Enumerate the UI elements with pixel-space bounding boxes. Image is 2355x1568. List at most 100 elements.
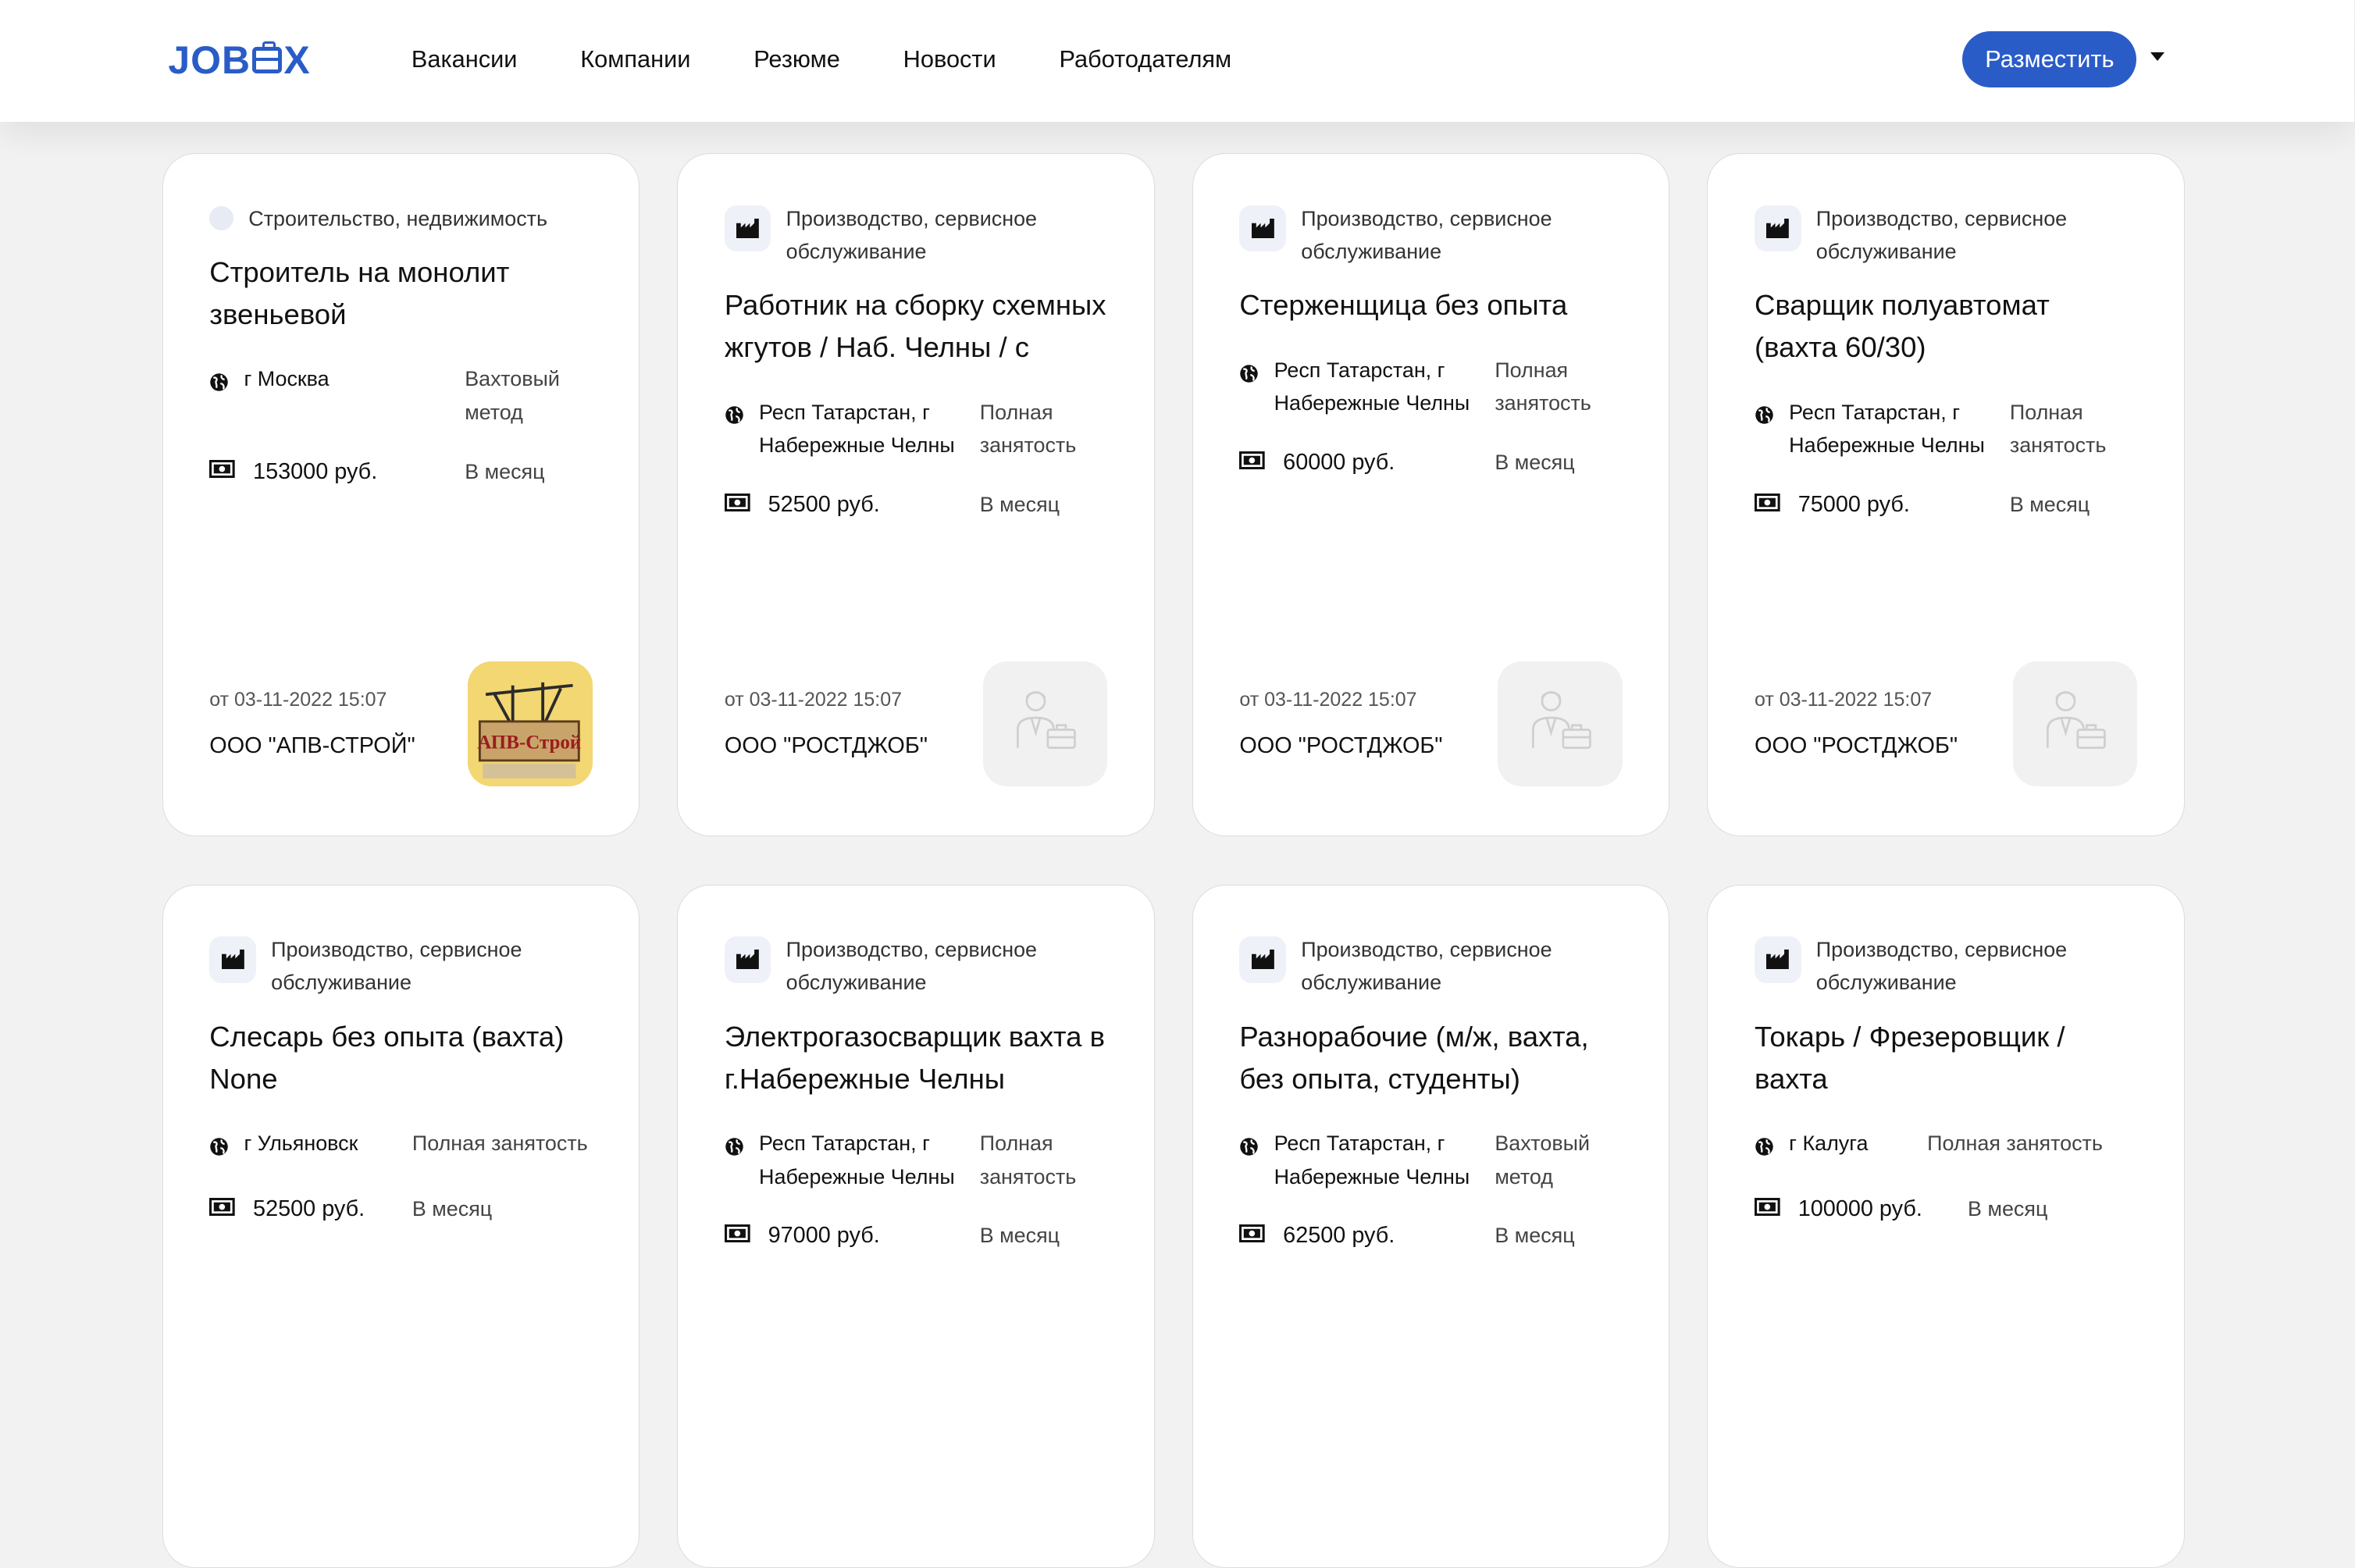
salary: 97000 руб.	[768, 1223, 880, 1249]
salary-period: В месяц	[979, 1224, 1060, 1248]
vacancy-card[interactable]: Производство, сервисное обслуживание Сле…	[162, 884, 640, 1568]
posted-date: от 03-11-2022 15:07	[1754, 688, 1933, 711]
main-nav: Вакансии Компании Резюме Новости Работод…	[412, 45, 1231, 73]
nav-resumes[interactable]: Резюме	[754, 45, 840, 73]
globe-icon	[1755, 401, 1774, 461]
globe-icon	[1239, 360, 1259, 420]
globe-icon	[1239, 1133, 1259, 1193]
salary-period: В месяц	[1495, 1224, 1575, 1248]
salary-period: В месяц	[412, 1196, 493, 1221]
company-name[interactable]: ООО "РОСТДЖОБ"	[725, 733, 928, 759]
salary: 52500 руб.	[253, 1196, 365, 1221]
businessman-briefcase-icon	[2036, 682, 2114, 766]
salary: 75000 руб.	[1797, 491, 1910, 517]
company-logo[interactable]: АПВ-Строй	[467, 661, 593, 786]
employment-type: Полная занятость	[1927, 1131, 2103, 1156]
employment-type: Полная занятость	[979, 400, 1077, 458]
site-header: JOB X Вакансии Компании Резюме Новости Ра…	[0, 0, 2355, 122]
money-icon	[1239, 1223, 1266, 1249]
category: Производство, сервисное обслуживание	[1239, 202, 1622, 269]
nav-vacancies[interactable]: Вакансии	[412, 45, 518, 73]
category: Производство, сервисное обслуживание	[1754, 933, 2137, 1000]
nav-companies[interactable]: Компании	[580, 45, 690, 73]
nav-employers[interactable]: Работодателям	[1059, 45, 1231, 73]
salary: 153000 руб.	[253, 458, 378, 484]
globe-icon	[1755, 1133, 1774, 1166]
vacancy-card[interactable]: Производство, сервисное обслуживание Сва…	[1707, 153, 2185, 837]
employment-type: Вахтовый метод	[465, 367, 560, 424]
salary: 100000 руб.	[1797, 1196, 1922, 1221]
category: Производство, сервисное обслуживание	[209, 933, 592, 1000]
vacancy-title[interactable]: Строитель на монолит звеньевой	[209, 251, 592, 336]
employment-type: Вахтовый метод	[1495, 1131, 1591, 1188]
employment-type: Полная занятость	[412, 1131, 588, 1156]
building-icon	[209, 936, 256, 983]
building-icon	[724, 205, 771, 252]
globe-icon	[725, 401, 744, 461]
vacancy-card[interactable]: Производство, сервисное обслуживание Сте…	[1192, 153, 1670, 837]
vacancy-card[interactable]: Строительство, недвижимость Строитель на…	[162, 153, 640, 837]
salary-period: В месяц	[1968, 1196, 2048, 1221]
employment-type: Полная занятость	[979, 1131, 1077, 1188]
dot-icon	[209, 206, 234, 231]
vacancy-card[interactable]: Производство, сервисное обслуживание Раз…	[1192, 884, 1670, 1568]
posted-date: от 03-11-2022 15:07	[209, 688, 387, 711]
chevron-down-icon[interactable]	[2150, 52, 2164, 61]
location: Респ Татарстан, г Набережные Челны	[1274, 358, 1470, 415]
nav-news[interactable]: Новости	[903, 45, 996, 73]
briefcase-icon	[251, 41, 283, 74]
businessman-briefcase-icon	[1521, 682, 1599, 766]
money-icon	[1754, 1196, 1780, 1222]
company-name[interactable]: ООО "РОСТДЖОБ"	[1239, 733, 1442, 759]
money-icon	[724, 1223, 750, 1249]
posted-date: от 03-11-2022 15:07	[1239, 688, 1417, 711]
posted-date: от 03-11-2022 15:07	[724, 688, 902, 711]
company-name[interactable]: ООО "РОСТДЖОБ"	[1755, 733, 1958, 759]
site-logo[interactable]: JOB X	[168, 36, 310, 84]
salary-period: В месяц	[2009, 492, 2090, 516]
location: Респ Татарстан, г Набережные Челны	[759, 400, 955, 458]
money-icon	[209, 1196, 235, 1222]
building-icon	[1754, 936, 1801, 983]
salary-period: В месяц	[979, 492, 1060, 516]
employment-type: Полная занятость	[1495, 358, 1591, 415]
salary-period: В месяц	[465, 459, 545, 483]
vacancy-title[interactable]: Электрогазосварщик вахта в г.Набережные …	[725, 1016, 1107, 1100]
employment-type: Полная занятость	[2009, 400, 2107, 458]
company-logo[interactable]	[2012, 661, 2138, 786]
vacancy-title[interactable]: Токарь / Фрезеровщик / вахта	[1755, 1016, 2137, 1100]
vacancy-card[interactable]: Производство, сервисное обслуживание Раб…	[677, 153, 1155, 837]
salary: 60000 руб.	[1283, 449, 1395, 475]
location: Респ Татарстан, г Набережные Челны	[759, 1131, 955, 1188]
category: Производство, сервисное обслуживание	[1239, 933, 1622, 1000]
location: г Москва	[244, 367, 330, 391]
category: Производство, сервисное обслуживание	[724, 202, 1107, 269]
vacancy-card[interactable]: Производство, сервисное обслуживание Ток…	[1707, 884, 2185, 1568]
company-logo[interactable]	[982, 661, 1108, 786]
money-icon	[209, 459, 235, 485]
vacancy-title[interactable]: Разнорабочие (м/ж, вахта, без опыта, сту…	[1239, 1016, 1622, 1100]
building-icon	[1754, 205, 1801, 252]
money-icon	[1239, 450, 1266, 476]
post-button[interactable]: Разместить	[1962, 31, 2137, 87]
money-icon	[1754, 492, 1780, 518]
money-icon	[724, 492, 750, 518]
location: Респ Татарстан, г Набережные Челны	[1274, 1131, 1470, 1188]
company-name[interactable]: ООО "АПВ-СТРОЙ"	[209, 733, 415, 759]
category: Производство, сервисное обслуживание	[724, 933, 1107, 1000]
vacancy-title[interactable]: Работник на сборку схемных жгутов / Наб.…	[725, 284, 1107, 369]
vacancy-card[interactable]: Производство, сервисное обслуживание Эле…	[677, 884, 1155, 1568]
logo-text: АПВ-Строй	[477, 732, 581, 754]
globe-icon	[209, 369, 229, 401]
salary-period: В месяц	[1495, 450, 1575, 474]
location: Респ Татарстан, г Набережные Челны	[1789, 400, 1985, 458]
location: г Калуга	[1789, 1131, 1869, 1156]
globe-icon	[725, 1133, 744, 1193]
businessman-briefcase-icon	[1006, 682, 1084, 766]
company-logo[interactable]	[1498, 661, 1623, 786]
vacancy-title[interactable]: Слесарь без опыта (вахта) None	[209, 1016, 592, 1100]
building-icon	[1239, 205, 1287, 252]
category: Строительство, недвижимость	[209, 202, 592, 235]
vacancy-title[interactable]: Стерженщица без опыта	[1239, 284, 1622, 326]
vacancy-title[interactable]: Сварщик полуавтомат (вахта 60/30)	[1755, 284, 2137, 369]
